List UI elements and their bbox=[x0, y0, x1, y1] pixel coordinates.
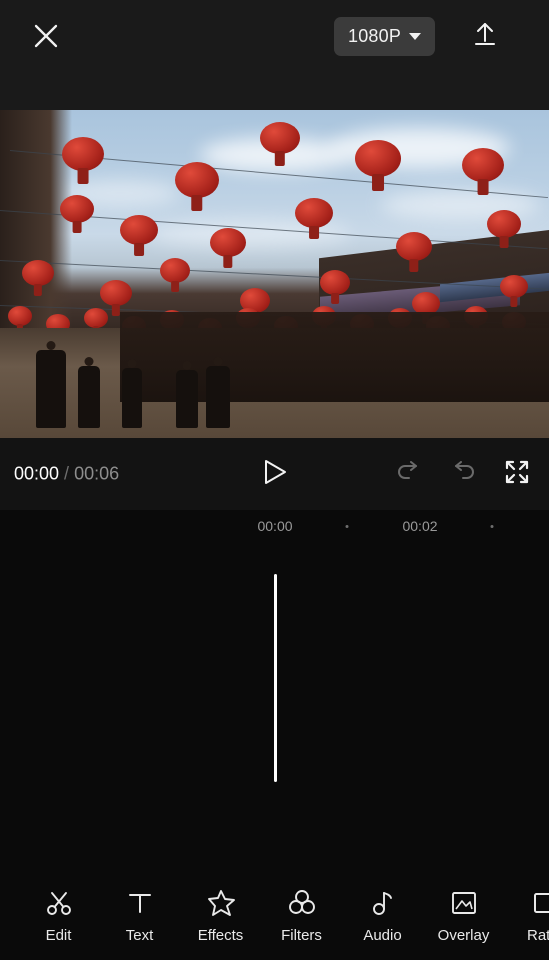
tool-filters[interactable]: Filters bbox=[261, 881, 342, 951]
text-icon bbox=[125, 888, 155, 918]
play-button[interactable] bbox=[257, 456, 293, 492]
timeline[interactable]: 00:00 00:02 Mute bbox=[0, 510, 549, 872]
tool-label: Audio bbox=[363, 927, 402, 944]
video-preview[interactable] bbox=[0, 110, 549, 438]
undo-icon bbox=[396, 460, 422, 488]
top-bar: 1080P bbox=[0, 0, 549, 110]
filters-icon bbox=[287, 888, 317, 918]
tool-audio[interactable]: Audio bbox=[342, 881, 423, 951]
play-icon bbox=[262, 458, 288, 491]
ruler-tick-dot bbox=[490, 525, 494, 528]
tool-label: Effects bbox=[197, 927, 244, 944]
video-editor-screen: 1080P 00:00 / 00:06 00:00 00:02 Edit Tex… bbox=[0, 0, 549, 960]
resolution-label: 1080P bbox=[348, 26, 402, 46]
redo-icon bbox=[450, 460, 476, 488]
ratio-icon bbox=[530, 888, 549, 918]
undo-button[interactable] bbox=[395, 460, 423, 488]
tool-label: Filters bbox=[281, 927, 322, 944]
timecode-display: 00:00/00:06 bbox=[14, 464, 119, 485]
tool-ratio[interactable]: Ratio bbox=[504, 881, 549, 951]
tool-overlay[interactable]: Overlay bbox=[423, 881, 504, 951]
redo-button[interactable] bbox=[449, 460, 477, 488]
fullscreen-icon bbox=[504, 459, 530, 490]
playhead[interactable] bbox=[274, 574, 277, 782]
close-icon bbox=[31, 21, 61, 51]
scissors-icon bbox=[44, 888, 74, 918]
ruler-tick-label: 00:00 bbox=[257, 518, 293, 534]
tool-label: Edit bbox=[45, 927, 72, 944]
export-button[interactable] bbox=[466, 17, 504, 55]
chevron-down-icon bbox=[409, 33, 422, 40]
preview-scene-image bbox=[0, 110, 549, 438]
bottom-toolbar: Edit Text Effects Filters Audio Overlay … bbox=[0, 872, 549, 960]
tool-edit[interactable]: Edit bbox=[18, 881, 99, 951]
close-button[interactable] bbox=[26, 16, 66, 56]
total-time: 00:06 bbox=[74, 463, 120, 484]
tool-label: Ratio bbox=[526, 927, 549, 944]
music-note-icon bbox=[368, 888, 398, 918]
overlay-icon bbox=[449, 888, 479, 918]
tool-label: Text bbox=[125, 927, 154, 944]
current-time: 00:00 bbox=[14, 463, 60, 484]
fullscreen-button[interactable] bbox=[503, 460, 531, 488]
tool-text[interactable]: Text bbox=[99, 881, 180, 951]
ruler-tick-label: 00:02 bbox=[402, 518, 438, 534]
upload-icon bbox=[470, 19, 500, 54]
resolution-button[interactable]: 1080P bbox=[334, 17, 436, 56]
timeline-ruler: 00:00 00:02 bbox=[0, 510, 549, 544]
tool-label: Overlay bbox=[437, 927, 490, 944]
time-separator: / bbox=[64, 463, 70, 484]
playback-actions bbox=[395, 460, 531, 488]
star-icon bbox=[206, 888, 236, 918]
ruler-tick-dot bbox=[345, 525, 349, 528]
playback-bar: 00:00/00:06 bbox=[0, 438, 549, 510]
tool-effects[interactable]: Effects bbox=[180, 881, 261, 951]
